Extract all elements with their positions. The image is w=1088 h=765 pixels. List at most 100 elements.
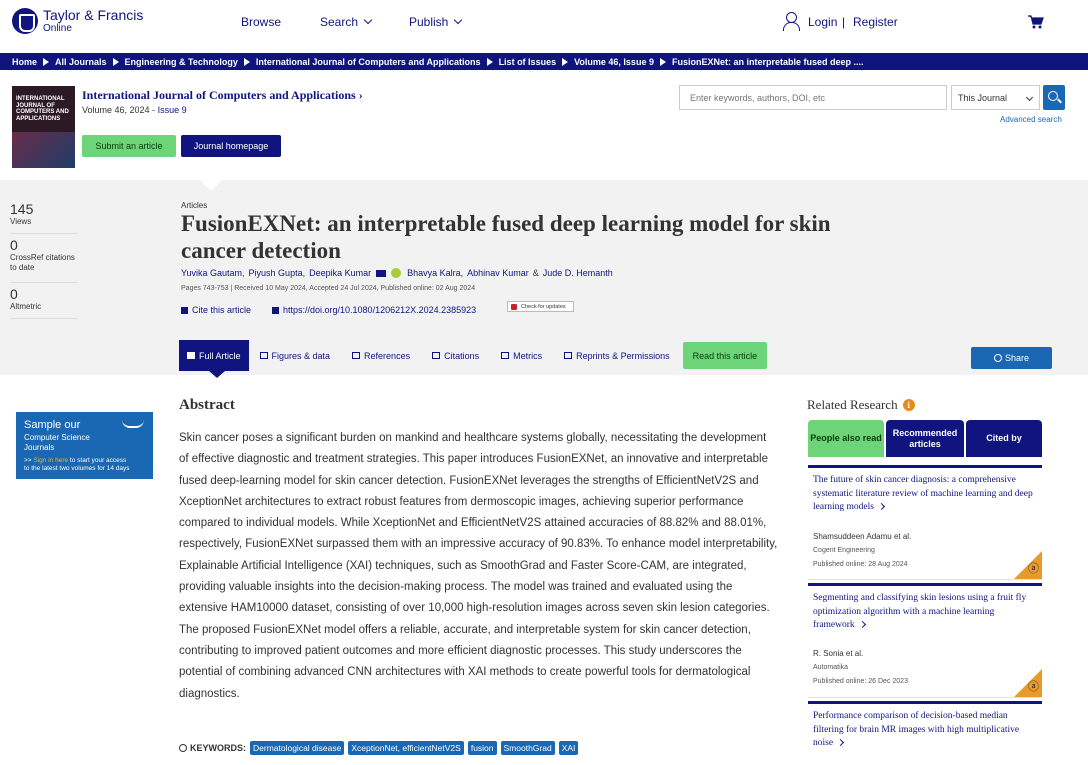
chevron-right-icon [858,620,866,629]
keywords-label: KEYWORDS: [179,743,246,753]
triangle-right-icon [243,57,250,66]
triangle-right-icon [486,57,493,66]
open-access-icon: ⓐ [1028,563,1039,575]
user-icon[interactable] [783,12,800,31]
info-icon[interactable]: i [902,399,915,411]
nav-publish[interactable]: Publish [409,15,463,29]
image-icon [259,352,268,359]
metric-altmetric[interactable]: 0 Altmetric [10,286,41,312]
keyword-chip[interactable]: SmoothGrad [500,741,555,755]
related-authors: R. Sonia et al. [813,649,864,658]
tab-figures[interactable]: Figures & data [249,340,342,371]
search-scope-select[interactable]: This Journal [951,85,1040,110]
crumb-home[interactable]: Home [12,57,37,67]
author-link[interactable]: Jude D. Hemanth [543,268,613,278]
chevron-right-icon [837,738,845,747]
read-article-button[interactable]: Read this article [682,342,768,369]
tab-cited-by[interactable]: Cited by [966,420,1042,457]
crumb-list-of-issues[interactable]: List of Issues [499,57,557,67]
keyword-chip[interactable]: XceptionNet, efficientNetV2S [348,741,464,755]
author-link[interactable]: Piyush Gupta [249,268,303,278]
crumb-current-article: FusionEXNet: an interpretable fused deep… [671,56,864,67]
register-link[interactable]: Register [853,15,898,29]
logo-line1: Taylor & Francis [43,7,144,23]
breadcrumb: Home All Journals Engineering & Technolo… [0,53,1088,70]
related-journal: Cogent Engineering [813,547,875,554]
metric-crossref[interactable]: 0 CrossRef citations to date [10,237,80,272]
journal-volume: Volume 46, 2024 - Issue 9 [82,105,187,115]
quote-icon [181,306,188,314]
orcid-icon[interactable] [391,268,402,278]
share-button[interactable]: Share [971,347,1052,369]
related-date: Published online: 28 Aug 2024 [813,561,908,568]
author-link[interactable]: Deepika Kumar [309,268,371,278]
ship-icon [122,419,144,428]
abstract-heading: Abstract [179,397,235,413]
external-link-icon [272,306,279,314]
email-icon[interactable] [376,269,387,277]
crumb-volume[interactable]: Volume 46, Issue 9 [574,57,654,67]
triangle-right-icon [659,57,666,66]
logo-line2: Online [43,23,72,35]
article-type: Articles [181,201,208,210]
tab-metrics[interactable]: Metrics [490,340,553,371]
promo-line1: Sample our [24,419,81,431]
issue-link[interactable]: Issue 9 [158,105,187,115]
search-input[interactable] [679,85,947,110]
login-separator: | [842,15,846,29]
tab-references[interactable]: References [341,340,421,371]
tab-full-article[interactable]: Full Article [179,340,249,378]
tab-citations[interactable]: Citations [421,340,490,371]
journal-title-link[interactable]: International Journal of Computers and A… [82,88,363,103]
taylor-francis-logo[interactable]: Taylor & Francis Online [12,7,144,35]
chevron-down-icon [454,15,463,25]
related-card: Segmenting and classifying skin lesions … [808,586,1042,698]
tab-reprints[interactable]: Reprints & Permissions [553,340,681,371]
nav-browse[interactable]: Browse [241,15,281,29]
login-link[interactable]: Login [808,15,837,29]
crumb-all-journals[interactable]: All Journals [55,57,107,67]
open-access-icon: ⓐ [1028,681,1039,693]
journal-homepage-button[interactable]: Journal homepage [181,135,281,157]
triangle-right-icon [112,57,119,66]
author-link[interactable]: Yuvika Gautam [181,268,242,278]
submit-article-button[interactable]: Submit an article [82,135,176,157]
journal-cover[interactable]: INTERNATIONAL JOURNAL OF COMPUTERS AND A… [12,86,75,168]
tab-people-also-read[interactable]: People also read [808,420,884,457]
bar-chart-icon [501,352,510,359]
advanced-search-link[interactable]: Advanced search [1000,115,1062,124]
tab-recommended[interactable]: Recommended articles [886,420,964,457]
author-link[interactable]: Bhavya Kalra [407,268,461,278]
document-icon [187,352,195,359]
related-title-link[interactable]: Performance comparison of decision-based… [808,704,1042,751]
keyword-chip[interactable]: fusion [467,741,497,755]
top-header: Taylor & Francis Online Browse Search Pu… [0,0,1088,53]
related-title-link[interactable]: The future of skin cancer diagnosis: a c… [808,468,1042,515]
cover-title: INTERNATIONAL JOURNAL OF COMPUTERS AND A… [16,96,69,122]
related-title-link[interactable]: Segmenting and classifying skin lesions … [808,586,1042,633]
author-list: Yuvika Gautam, Piyush Gupta, Deepika Kum… [181,268,613,278]
article-tabs: Full Article Figures & data References C… [179,340,768,378]
author-link[interactable]: Abhinav Kumar [467,268,529,278]
related-authors: Shamsuddeen Adamu et al. [813,532,912,541]
search-button[interactable] [1043,85,1065,110]
triangle-right-icon [43,57,50,66]
promo-sign-in-link[interactable]: Sign in here [33,457,68,464]
chevron-down-icon [363,15,373,25]
nav-search[interactable]: Search [320,15,373,29]
promo-banner[interactable]: Sample our Computer Science Journals >> … [16,412,153,479]
article-title: FusionEXNet: an interpretable fused deep… [181,211,831,263]
publication-info: Pages 743-753 | Received 10 May 2024, Ac… [181,285,476,292]
cite-article-link[interactable]: Cite this article [181,305,251,315]
book-icon [352,352,361,359]
keyword-chip[interactable]: Dermatological disease [250,741,345,755]
check-for-updates-badge[interactable]: Check for updates [507,301,574,312]
cart-icon[interactable] [1028,15,1044,29]
doi-link[interactable]: https://doi.org/10.1080/1206212X.2024.23… [272,305,476,315]
keyword-chip[interactable]: XAI [558,741,579,755]
printer-icon [564,352,573,359]
crumb-engineering[interactable]: Engineering & Technology [125,57,238,67]
crumb-journal[interactable]: International Journal of Computers and A… [256,57,481,67]
chevron-down-icon [1025,93,1034,102]
keywords: KEYWORDS: Dermatological disease Xceptio… [179,741,582,755]
